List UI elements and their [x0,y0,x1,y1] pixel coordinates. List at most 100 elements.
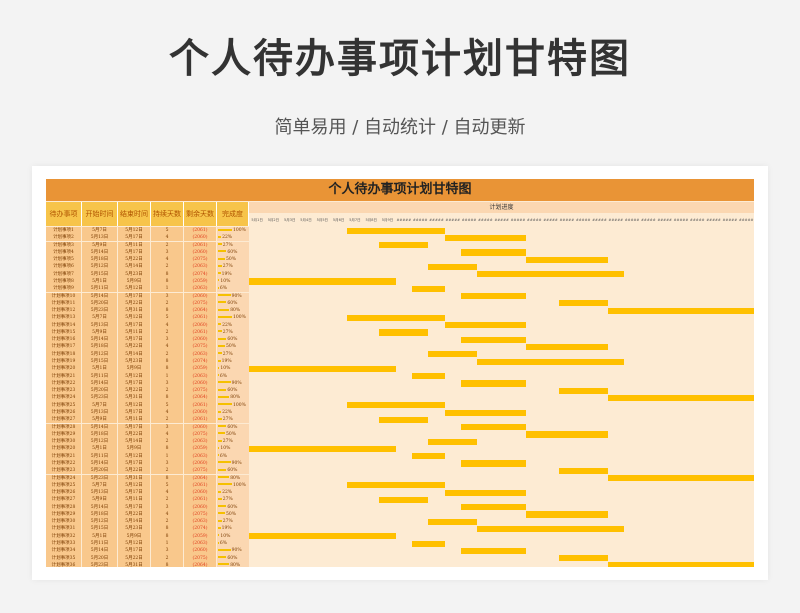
cell-end[interactable]: 5月22日 [118,554,150,562]
cell-dur[interactable]: 8 [151,445,183,453]
cell-name[interactable]: 计划事项21 [46,372,81,380]
cell-dur[interactable]: 8 [151,365,183,373]
cell-remain[interactable]: (2061) [184,328,216,337]
gantt-bar[interactable] [249,365,396,372]
cell-dur[interactable]: 2 [151,263,183,271]
cell-start[interactable]: 5月14日 [82,423,117,431]
cell-remain[interactable]: (2074) [184,270,216,278]
cell-start[interactable]: 5月23日 [82,394,117,402]
cell-name[interactable]: 计划事项29 [46,430,81,439]
cell-remain[interactable]: (2075) [184,554,216,562]
cell-start[interactable]: 5月13日 [82,321,117,329]
cell-name[interactable]: 计划事项30 [46,438,81,446]
gantt-bar[interactable] [460,547,527,554]
cell-remain[interactable]: (2063) [184,350,216,358]
cell-start[interactable]: 5月20日 [82,387,117,395]
cell-end[interactable]: 5月17日 [118,321,150,329]
cell-start[interactable]: 5月18日 [82,343,117,351]
gantt-bar[interactable] [412,453,445,460]
cell-start[interactable]: 5月12日 [82,263,117,271]
cell-name[interactable]: 计划事项26 [46,489,81,497]
cell-end[interactable]: 5月22日 [118,510,150,519]
cell-end[interactable]: 5月12日 [118,452,150,460]
gantt-bar[interactable] [460,249,527,256]
cell-name[interactable]: 计划事项4 [46,248,81,257]
cell-remain[interactable]: (2060) [184,321,216,329]
cell-end[interactable]: 5月31日 [118,394,150,402]
cell-remain[interactable]: (2075) [184,430,216,439]
cell-name[interactable]: 计划事项10 [46,292,81,300]
cell-start[interactable]: 5月1日 [82,277,117,286]
cell-start[interactable]: 5月15日 [82,525,117,533]
cell-end[interactable]: 5月11日 [118,496,150,504]
cell-start[interactable]: 5月11日 [82,372,117,380]
cell-name[interactable]: 计划事项25 [46,401,81,409]
gantt-bar[interactable] [477,271,624,278]
gantt-bar[interactable] [444,489,527,496]
cell-dur[interactable]: 8 [151,561,183,567]
cell-dur[interactable]: 5 [151,481,183,489]
cell-end[interactable]: 5月22日 [118,299,150,307]
cell-end[interactable]: 5月31日 [118,474,150,482]
gantt-bar[interactable] [477,525,624,533]
cell-remain[interactable]: (2061) [184,227,216,235]
cell-name[interactable]: 计划事项21 [46,452,81,460]
gantt-bar[interactable] [249,533,396,540]
cell-dur[interactable]: 1 [151,285,183,293]
gantt-bar[interactable] [526,256,608,263]
cell-start[interactable]: 5月14日 [82,336,117,344]
cell-end[interactable]: 5月11日 [118,328,150,337]
cell-dur[interactable]: 3 [151,336,183,344]
cell-progress[interactable]: 27% [217,328,249,337]
cell-remain[interactable]: (2061) [184,416,216,424]
cell-name[interactable]: 计划事项31 [46,525,81,533]
cell-progress[interactable]: 50% [217,510,249,519]
cell-start[interactable]: 5月13日 [82,234,117,242]
gantt-bar[interactable] [379,416,429,423]
cell-remain[interactable]: (2064) [184,394,216,402]
header-start[interactable]: 开始时间 [82,202,118,226]
cell-start[interactable]: 5月14日 [82,379,117,388]
cell-name[interactable]: 计划事项24 [46,474,81,482]
date-header-cell[interactable]: ##### [542,214,558,226]
cell-dur[interactable]: 8 [151,394,183,402]
cell-start[interactable]: 5月23日 [82,474,117,482]
date-header-cell[interactable]: ##### [445,214,461,226]
date-header-cell[interactable]: 5月9日 [379,214,395,226]
gantt-bar[interactable] [428,263,478,271]
cell-start[interactable]: 5月18日 [82,430,117,439]
gantt-bar[interactable] [460,424,527,431]
cell-remain[interactable]: (2074) [184,525,216,533]
cell-remain[interactable]: (2060) [184,379,216,388]
cell-end[interactable]: 5月12日 [118,540,150,548]
gantt-bar[interactable] [607,307,754,314]
cell-end[interactable]: 5月17日 [118,292,150,300]
date-header-cell[interactable]: ##### [738,214,754,226]
cell-name[interactable]: 计划事项27 [46,416,81,424]
cell-remain[interactable]: (2063) [184,285,216,293]
cell-remain[interactable]: (2063) [184,263,216,271]
cell-name[interactable]: 计划事项23 [46,387,81,395]
cell-dur[interactable]: 3 [151,547,183,555]
cell-remain[interactable]: (2060) [184,234,216,242]
cell-dur[interactable]: 5 [151,227,183,235]
header-progress[interactable]: 完成度 [217,202,249,226]
cell-progress[interactable]: 60% [217,554,249,562]
gantt-bar[interactable] [428,438,478,445]
cell-progress[interactable]: 22% [217,489,249,497]
date-header-cell[interactable]: 5月8日 [363,214,379,226]
cell-name[interactable]: 计划事项2 [46,234,81,242]
gantt-bar[interactable] [526,431,608,438]
cell-start[interactable]: 5月9日 [82,241,117,249]
cell-progress[interactable]: 50% [217,256,249,264]
cell-name[interactable]: 计划事项22 [46,459,81,468]
cell-progress[interactable]: 19% [217,358,249,366]
cell-progress[interactable]: 80% [217,561,249,567]
cell-progress[interactable]: 22% [217,321,249,329]
cell-remain[interactable]: (2060) [184,547,216,555]
cell-start[interactable]: 5月7日 [82,481,117,489]
cell-progress[interactable]: 60% [217,467,249,475]
cell-dur[interactable]: 8 [151,474,183,482]
date-header-cell[interactable]: 5月1日 [249,214,265,226]
cell-dur[interactable]: 3 [151,379,183,388]
